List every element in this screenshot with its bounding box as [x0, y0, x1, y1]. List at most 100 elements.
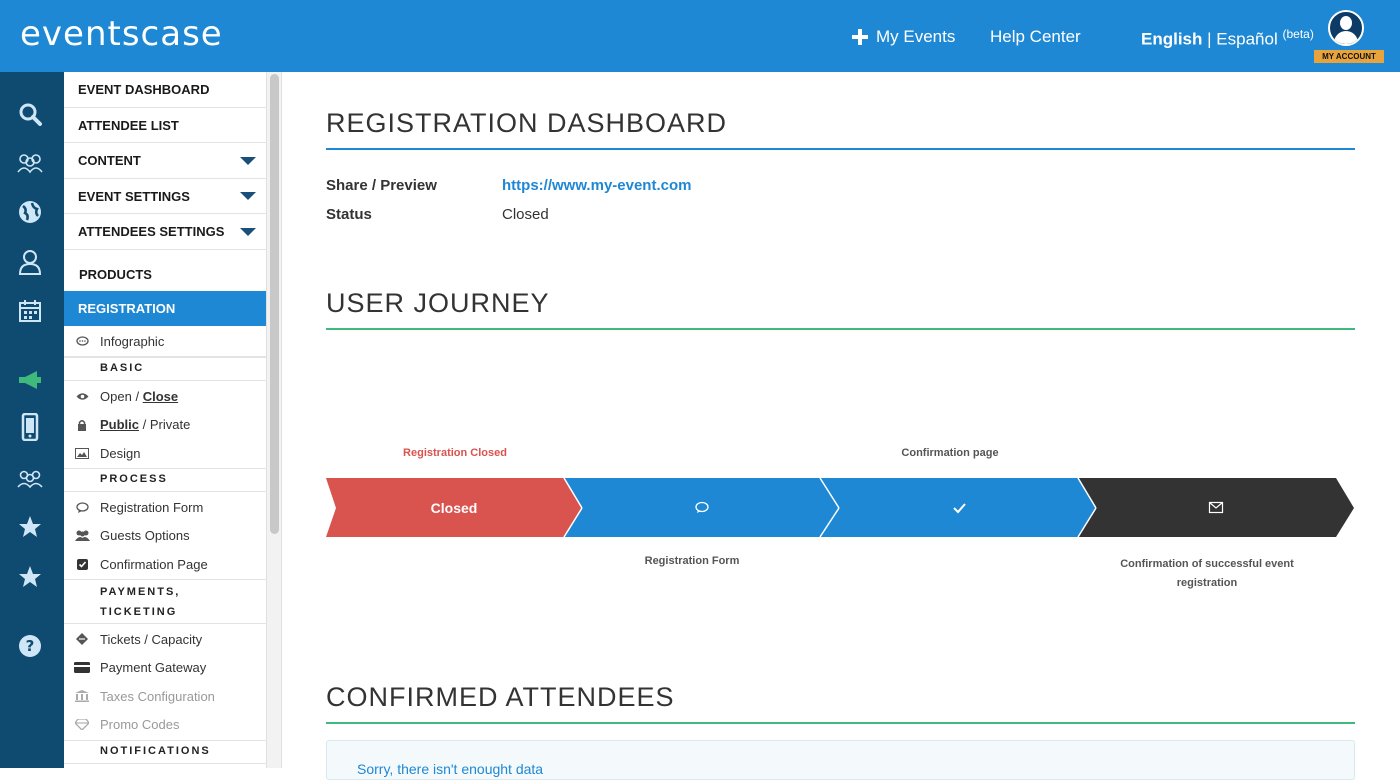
journey-label-registration-closed: Registration Closed	[403, 447, 507, 459]
bank-icon	[64, 690, 100, 702]
user-journey-divider	[326, 328, 1355, 330]
slash: /	[135, 388, 140, 404]
sidebar-subitem-label: Taxes Configuration	[100, 688, 215, 704]
journey-step-registration-form[interactable]	[564, 478, 839, 537]
slash: /	[142, 417, 147, 432]
sidebar-subitem-infographic[interactable]: Infographic	[64, 326, 266, 357]
sidebar-scrollbar-thumb[interactable]	[270, 74, 279, 534]
sidebar-item-event-dashboard[interactable]: EVENT DASHBOARD	[64, 72, 266, 108]
image-icon	[64, 447, 100, 459]
lang-separator: |	[1207, 29, 1212, 49]
sidebar-subitem-label: Registration Form	[100, 499, 204, 515]
sidebar-item-products[interactable]: PRODUCTS	[64, 258, 266, 291]
my-events-label: My Events	[876, 27, 956, 46]
my-account-button[interactable]: MY ACCOUNT	[1314, 10, 1384, 64]
sidebar-subitem-guests-options[interactable]: Guests Options	[64, 521, 266, 550]
section-payments-line1: PAYMENTS,	[100, 586, 181, 598]
section-basic: BASIC	[64, 357, 266, 381]
sidebar-subitem-payment-gateway[interactable]: Payment Gateway	[64, 653, 266, 682]
top-bar: eventscase My Events Help Center English…	[0, 0, 1400, 72]
public-option[interactable]: Public	[100, 417, 139, 432]
sidebar-subitem-tickets-capacity[interactable]: Tickets / Capacity	[64, 625, 266, 653]
sidebar-subitem-open-close: Open / Close	[64, 382, 266, 410]
status-label: Status	[326, 206, 372, 223]
sidebar-subitem-registration-form[interactable]: Registration Form	[64, 493, 266, 521]
section-notifications: NOTIFICATIONS	[64, 740, 266, 764]
confirmed-attendees-title: CONFIRMED ATTENDEES	[326, 682, 675, 712]
journey-label-confirmation-success: Confirmation of successful event registr…	[1107, 555, 1307, 593]
sidebar-subitem-label: Payment Gateway	[100, 660, 207, 675]
journey-label-line2: registration	[1176, 577, 1238, 589]
icon-rail: ?	[0, 72, 64, 768]
status-value: Closed	[502, 206, 549, 223]
help-icon[interactable]: ?	[16, 632, 44, 660]
title-divider	[326, 148, 1355, 150]
sidebar-subitem-label: Design	[100, 445, 141, 461]
no-data-text: Sorry, there isn't enought data	[357, 761, 544, 777]
svg-text:?: ?	[26, 637, 35, 655]
journey-label-line1: Confirmation of successful event	[1120, 558, 1294, 570]
language-switcher: English | Español (beta)	[1141, 27, 1314, 50]
sidebar-item-attendees-settings[interactable]: ATTENDEES SETTINGS	[64, 214, 266, 250]
calendar-icon[interactable]	[16, 297, 44, 325]
journey-label-confirmation-page: Confirmation page	[901, 447, 999, 459]
checkbox-icon	[64, 558, 100, 570]
close-option[interactable]: Close	[143, 389, 178, 404]
lang-english[interactable]: English	[1141, 30, 1202, 49]
community-icon[interactable]	[16, 465, 44, 493]
share-preview-link[interactable]: https://www.my-event.com	[502, 177, 691, 194]
section-payments-line2: TICKETING	[100, 606, 178, 618]
sidebar-subitem-label: Infographic	[100, 333, 165, 349]
sidebar-item-event-settings[interactable]: EVENT SETTINGS	[64, 179, 266, 214]
sidebar-subitem-label: Guests Options	[100, 528, 190, 543]
user-journey-title: USER JOURNEY	[326, 288, 550, 318]
users-icon	[64, 530, 100, 541]
comment-icon	[64, 501, 100, 513]
user-journey-steps: Closed	[326, 478, 1354, 538]
chevron-down-icon[interactable]	[240, 192, 256, 200]
sidebar-subitem-taxes-configuration[interactable]: Taxes Configuration	[64, 682, 266, 710]
no-data-alert: Sorry, there isn't enought data	[326, 740, 1355, 780]
mobile-icon[interactable]	[16, 413, 44, 441]
sidebar-item-attendee-list[interactable]: ATTENDEE LIST	[64, 108, 266, 143]
journey-step-closed-label: Closed	[431, 500, 478, 516]
user-icon[interactable]	[16, 248, 44, 276]
sidebar-subitem-promo-codes[interactable]: Promo Codes	[64, 710, 266, 739]
section-process: PROCESS	[64, 468, 266, 492]
sidebar-subitem-confirmation-page[interactable]: Confirmation Page	[64, 550, 266, 578]
plus-icon	[852, 29, 868, 45]
attendees-group-icon[interactable]	[16, 149, 44, 177]
chevron-down-icon[interactable]	[240, 156, 256, 165]
avatar	[1328, 10, 1364, 46]
share-preview-label: Share / Preview	[326, 177, 437, 194]
private-option[interactable]: Private	[150, 417, 190, 432]
sidebar-scrollbar[interactable]	[266, 72, 282, 768]
sidebar-item-label: EVENT SETTINGS	[78, 188, 190, 204]
sidebar-subitem-design[interactable]: Design	[64, 439, 266, 467]
chevron-down-icon[interactable]	[240, 227, 256, 236]
globe-icon[interactable]	[16, 198, 44, 226]
section-payments-ticketing: PAYMENTS, TICKETING	[64, 579, 266, 624]
lang-beta-badge: (beta)	[1282, 27, 1314, 41]
sidebar-item-label: ATTENDEES SETTINGS	[78, 224, 225, 239]
journey-step-confirmation-page[interactable]	[820, 478, 1096, 537]
megaphone-icon[interactable]	[16, 366, 44, 394]
my-events-link[interactable]: My Events	[852, 27, 955, 47]
star-icon[interactable]	[16, 563, 44, 591]
search-icon[interactable]	[16, 100, 44, 128]
sidebar-item-registration[interactable]: REGISTRATION	[64, 291, 266, 326]
sidebar-subitem-label: Promo Codes	[100, 717, 180, 732]
sidebar-menu: EVENT DASHBOARD ATTENDEE LIST CONTENT EV…	[64, 72, 266, 768]
journey-label-registration-form: Registration Form	[644, 555, 740, 567]
sidebar-item-content[interactable]: CONTENT	[64, 143, 266, 179]
star-icon[interactable]	[16, 513, 44, 541]
sidebar-subitem-label: Confirmation Page	[100, 556, 208, 572]
confirmed-attendees-divider	[326, 722, 1355, 724]
comment-icon	[64, 335, 100, 347]
open-option[interactable]: Open	[100, 389, 132, 404]
logo[interactable]: eventscase	[20, 14, 223, 54]
credit-card-icon	[64, 662, 100, 673]
sidebar-subitem-label: Tickets / Capacity	[100, 631, 203, 647]
help-center-link[interactable]: Help Center	[990, 27, 1081, 47]
lang-spanish[interactable]: Español	[1216, 30, 1277, 49]
